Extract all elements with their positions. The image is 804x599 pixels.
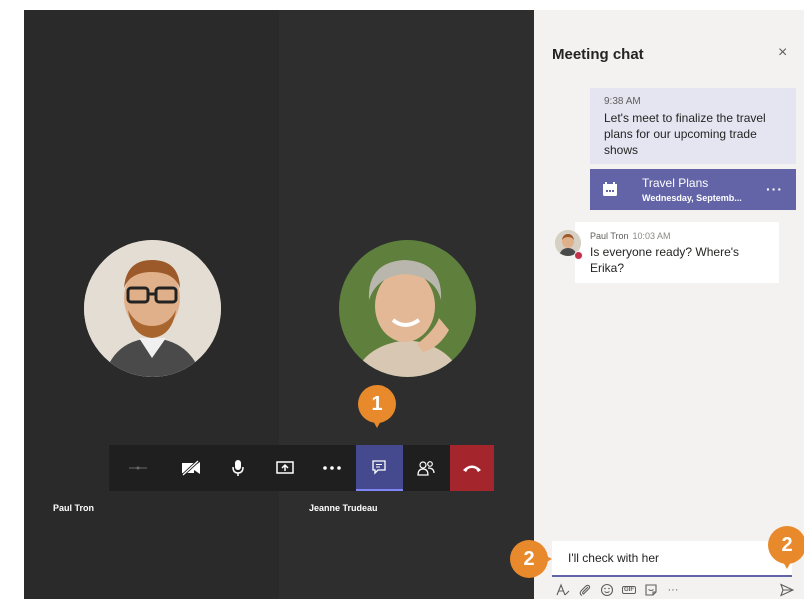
gif-icon: GIF — [622, 586, 636, 594]
step-callout-2-send: 2 — [768, 526, 804, 569]
participant-tile-jeanne: Jeanne Trudeau — [279, 10, 534, 599]
chat-icon — [372, 460, 386, 475]
step-callout-2-compose: 2 — [510, 540, 552, 578]
attach-button[interactable] — [574, 581, 596, 599]
participant-tile-paul: Paul Tron — [24, 10, 279, 599]
own-message: 9:38 AM Let's meet to finalize the trave… — [590, 88, 796, 164]
paperclip-icon — [579, 584, 591, 596]
calendar-icon — [603, 182, 617, 196]
person-portrait-icon — [84, 240, 221, 377]
compose-box[interactable] — [552, 541, 792, 577]
gif-button[interactable]: GIF — [618, 581, 640, 599]
chat-toggle-button[interactable] — [355, 445, 403, 491]
share-screen-button[interactable] — [262, 445, 309, 491]
hang-up-icon — [462, 465, 481, 472]
meeting-card-title: Travel Plans — [642, 176, 709, 190]
message-timestamp: 9:38 AM — [604, 96, 641, 107]
compose-toolbar: GIF ··· — [552, 581, 804, 599]
participants-icon — [417, 461, 435, 476]
message-text: Is everyone ready? Where's Erika? — [590, 245, 740, 275]
presence-busy-icon — [574, 251, 583, 260]
camera-toggle-button[interactable] — [168, 445, 215, 491]
participant-avatar-paul — [84, 240, 221, 377]
participants-button[interactable] — [403, 445, 450, 491]
microphone-button[interactable] — [215, 445, 262, 491]
participant-avatar-jeanne — [339, 240, 476, 377]
more-actions-button[interactable] — [309, 445, 356, 491]
video-stage: Paul Tron Jeanne Trudeau — [24, 10, 534, 599]
format-icon — [556, 583, 570, 596]
message-text: Let's meet to finalize the travel plans … — [604, 111, 766, 157]
meeting-card-more-icon[interactable]: ··· — [766, 181, 783, 197]
chat-panel-title: Meeting chat — [552, 46, 644, 63]
microphone-icon — [232, 460, 245, 476]
more-tools-button[interactable]: ··· — [662, 581, 684, 599]
dialpad-icon — [129, 466, 148, 470]
call-controls — [109, 445, 494, 491]
camera-off-icon — [182, 460, 201, 476]
meeting-chat-panel: Meeting chat × 9:38 AM Let's meet to fin… — [534, 10, 804, 599]
compose-input[interactable] — [552, 541, 792, 575]
emoji-icon — [600, 583, 614, 597]
hang-up-button[interactable] — [449, 445, 494, 491]
sticker-icon — [645, 584, 657, 596]
person-portrait-icon — [339, 240, 476, 377]
share-screen-icon — [276, 461, 295, 474]
dialpad-button[interactable] — [109, 445, 168, 491]
meeting-card[interactable]: Travel Plans Wednesday, Septemb... ··· — [590, 169, 796, 210]
received-message: Paul Tron 10:03 AM Is everyone ready? Whe… — [575, 222, 779, 283]
emoji-button[interactable] — [596, 581, 618, 599]
send-icon — [780, 583, 795, 597]
step-callout-1: 1 — [358, 385, 396, 428]
message-meta: Paul Tron 10:03 AM — [590, 231, 764, 241]
format-button[interactable] — [552, 581, 574, 599]
participant-name-jeanne: Jeanne Trudeau — [309, 503, 378, 513]
participant-name-paul: Paul Tron — [53, 503, 95, 513]
message-sender: Paul Tron — [590, 231, 629, 241]
close-icon[interactable]: × — [778, 44, 787, 62]
more-icon — [323, 466, 342, 470]
sticker-button[interactable] — [640, 581, 662, 599]
message-timestamp: 10:03 AM — [632, 231, 671, 241]
send-button[interactable] — [780, 583, 795, 599]
meeting-card-date: Wednesday, Septemb... — [642, 193, 742, 203]
